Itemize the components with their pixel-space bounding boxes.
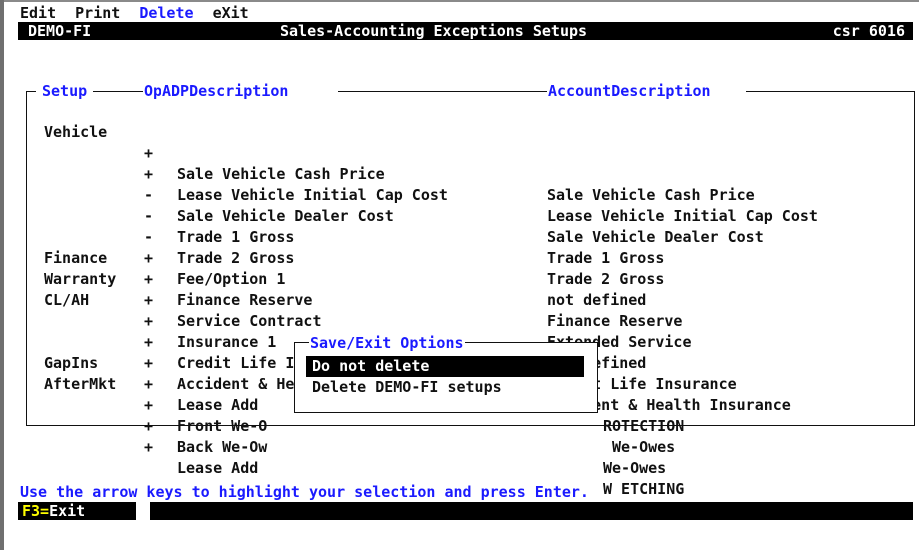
f3-exit-key[interactable]: F3=Exit [22,502,86,520]
row-account-description: W ETCHING [603,480,685,498]
menu-print[interactable]: Print [75,4,120,22]
row-account-description: We-Owes [603,459,667,477]
column-header-account-description: AccountDescription [547,81,712,101]
menu-exit[interactable]: eXit [213,4,249,22]
dialog-title: Save/Exit Options [309,333,465,353]
row-account-description: We-Owes [612,438,676,456]
window-top-border [0,0,919,2]
save-exit-dialog: Save/Exit Options Do not delete Delete D… [294,333,598,413]
table-row[interactable]: + Lease Vehicle Initial Cap Cost Lease V… [0,122,919,225]
f3-key-label: F3= [22,502,50,520]
title-bar: DEMO-FI Sales-Accounting Exceptions Setu… [18,22,913,40]
key-bar-divider [136,502,150,520]
table-row[interactable]: - Trade 2 Gross Trade 2 Gross [0,185,919,288]
option-delete-setups[interactable]: Delete DEMO-FI setups [306,377,584,398]
table-row[interactable]: CL/AH + Insurance 1 not defined [0,269,919,372]
screen-title: Sales-Accounting Exceptions Setups [280,22,588,40]
f3-action-label: Exit [49,502,86,520]
row-account-description: ROTECTION [603,417,685,435]
menu-bar: Edit Print Delete eXit [20,4,259,22]
row-op: + [144,438,154,456]
header-border-segment [338,91,550,92]
csr-number: csr 6016 [832,22,905,40]
column-header-setup: Setup [41,81,89,101]
header-border-segment [93,91,145,92]
table-row[interactable]: Warranty + Service Contract Extended Ser… [0,248,919,351]
table-row[interactable]: + Credit Life Insurance Credit Life Insu… [0,290,919,393]
function-key-bar: F3=Exit [18,502,913,520]
column-header-adp-description: ADPDescription [161,81,290,101]
table-row[interactable]: - Trade 1 Gross Trade 1 Gross [0,164,919,267]
row-adp-description: Lease Add [177,459,259,477]
menu-delete[interactable]: Delete [139,4,193,22]
table-row[interactable]: - Sale Vehicle Dealer Cost Sale Vehicle … [0,143,919,246]
row-adp-description: Back We-Ow [177,438,268,456]
header-border-segment [746,91,914,92]
table-row[interactable]: Finance + Finance Reserve Finance Reserv… [0,227,919,330]
option-do-not-delete[interactable]: Do not delete [306,356,584,377]
header-border-segment [26,91,36,92]
row-adp-description: Front We-O [177,417,268,435]
row-op: + [144,417,154,435]
app-name: DEMO-FI [28,22,92,40]
status-message: Use the arrow keys to highlight your sel… [20,483,589,501]
table-row[interactable]: Vehicle + Sale Vehicle Cash Price Sale V… [0,101,919,204]
table-row[interactable]: + Fee/Option 1 not defined [0,206,919,309]
table-row[interactable]: + Accident & Health Insurance Accident &… [0,311,919,414]
menu-edit[interactable]: Edit [20,4,56,22]
